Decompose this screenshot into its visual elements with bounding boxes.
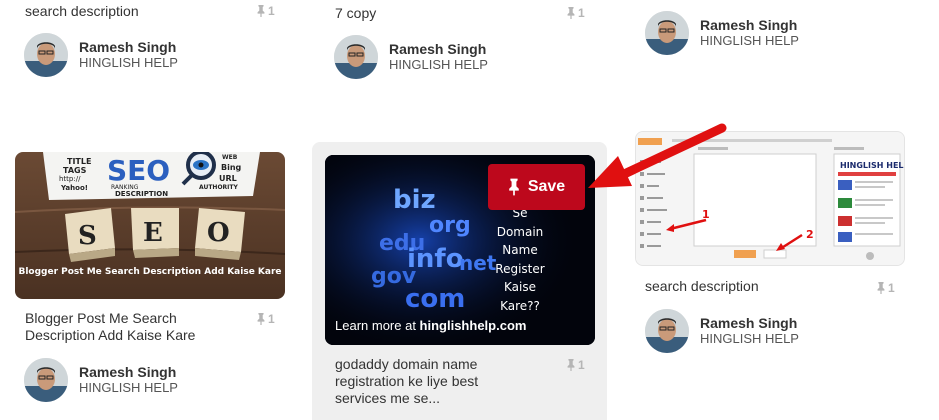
pin-author[interactable]: Ramesh Singh HINGLISH HELP: [24, 33, 178, 77]
pushpin-icon: [257, 5, 265, 17]
board-name: HINGLISH HELP: [700, 33, 799, 48]
tile: S: [65, 208, 115, 262]
image-word: S: [78, 221, 97, 251]
pin-title[interactable]: 7 copy: [335, 5, 376, 22]
tile: O: [195, 208, 245, 260]
avatar[interactable]: [24, 358, 68, 402]
image-text: Domain: [497, 225, 544, 239]
image-text: Kare??: [500, 299, 540, 313]
image-text: Register: [495, 262, 544, 276]
board-name: HINGLISH HELP: [79, 55, 178, 70]
tile: E: [131, 208, 179, 258]
image-word: com: [405, 284, 465, 314]
learn-more-link[interactable]: Learn more at hinglishhelp.com: [335, 318, 526, 333]
pushpin-icon: [509, 178, 519, 196]
repin-count-value: 1: [268, 4, 275, 18]
image-text: Kaise: [504, 280, 536, 294]
pin-author[interactable]: Ramesh Singh HINGLISH HELP: [645, 309, 799, 353]
repin-count-value: 1: [578, 6, 585, 20]
pushpin-icon: [567, 7, 575, 19]
pushpin-icon: [877, 282, 885, 294]
image-word: E: [143, 218, 163, 248]
pushpin-icon: [257, 313, 265, 325]
image-word: AUTHORITY: [199, 184, 238, 191]
author-name: Ramesh Singh: [700, 315, 798, 331]
pin-title[interactable]: Blogger Post Me Search Description Add K…: [25, 310, 240, 344]
save-button[interactable]: Save: [488, 164, 585, 210]
pin-title[interactable]: search description: [25, 3, 139, 20]
learn-more-prefix: Learn more at: [335, 318, 420, 333]
repin-count-value: 1: [888, 281, 895, 295]
image-word: http://: [59, 175, 81, 183]
svg-text:HINGLISH HELP: HINGLISH HELP: [840, 161, 905, 170]
pin-author[interactable]: Ramesh Singh HINGLISH HELP: [24, 358, 178, 402]
pin-title[interactable]: search description: [645, 278, 759, 295]
board-name: HINGLISH HELP: [700, 331, 799, 346]
pin-author[interactable]: Ramesh Singh HINGLISH HELP: [334, 35, 488, 79]
image-word: WEB: [222, 154, 238, 161]
image-word: org: [429, 213, 471, 238]
image-text: Name: [502, 243, 537, 257]
callout-number: 2: [806, 228, 814, 241]
red-arrow: [588, 123, 727, 188]
board-name: HINGLISH HELP: [389, 57, 488, 72]
image-word: URL: [219, 174, 237, 183]
image-word: O: [207, 218, 230, 248]
repin-count-value: 1: [578, 358, 585, 372]
repin-count[interactable]: 1: [256, 312, 275, 326]
author-name: Ramesh Singh: [79, 364, 177, 380]
save-button-label: Save: [527, 178, 566, 195]
repin-count-value: 1: [268, 312, 275, 326]
image-word: TAGS: [63, 166, 87, 175]
repin-count[interactable]: 1: [256, 4, 275, 18]
image-word: SEO: [107, 154, 170, 187]
image-word: net: [459, 251, 497, 275]
image-word: TITLE: [67, 157, 91, 166]
image-caption: Blogger Post Me Search Description Add K…: [18, 267, 281, 277]
author-name: Ramesh Singh: [79, 39, 177, 55]
repin-count[interactable]: 1: [876, 281, 895, 295]
repin-count[interactable]: 1: [566, 358, 585, 372]
avatar[interactable]: [645, 309, 689, 353]
avatar[interactable]: [645, 11, 689, 55]
image-word: DESCRIPTION: [115, 190, 168, 198]
repin-count[interactable]: 1: [566, 6, 585, 20]
pin-image-seo[interactable]: TITLE TAGS http:// SEO WEB Bing URL Yaho…: [15, 152, 285, 299]
author-name: Ramesh Singh: [700, 17, 798, 33]
board-name: HINGLISH HELP: [79, 380, 178, 395]
author-name: Ramesh Singh: [389, 41, 487, 57]
learn-more-domain: hinglishhelp.com: [419, 318, 527, 333]
avatar[interactable]: [24, 33, 68, 77]
pin-title[interactable]: godaddy domain name registration ke liye…: [335, 356, 525, 407]
pushpin-icon: [567, 359, 575, 371]
pin-author[interactable]: Ramesh Singh HINGLISH HELP: [645, 11, 799, 55]
image-word: Yahoo!: [60, 184, 88, 192]
avatar[interactable]: [334, 35, 378, 79]
callout-number: 1: [702, 208, 710, 221]
image-word: biz: [393, 185, 436, 215]
image-word: Bing: [221, 163, 242, 172]
